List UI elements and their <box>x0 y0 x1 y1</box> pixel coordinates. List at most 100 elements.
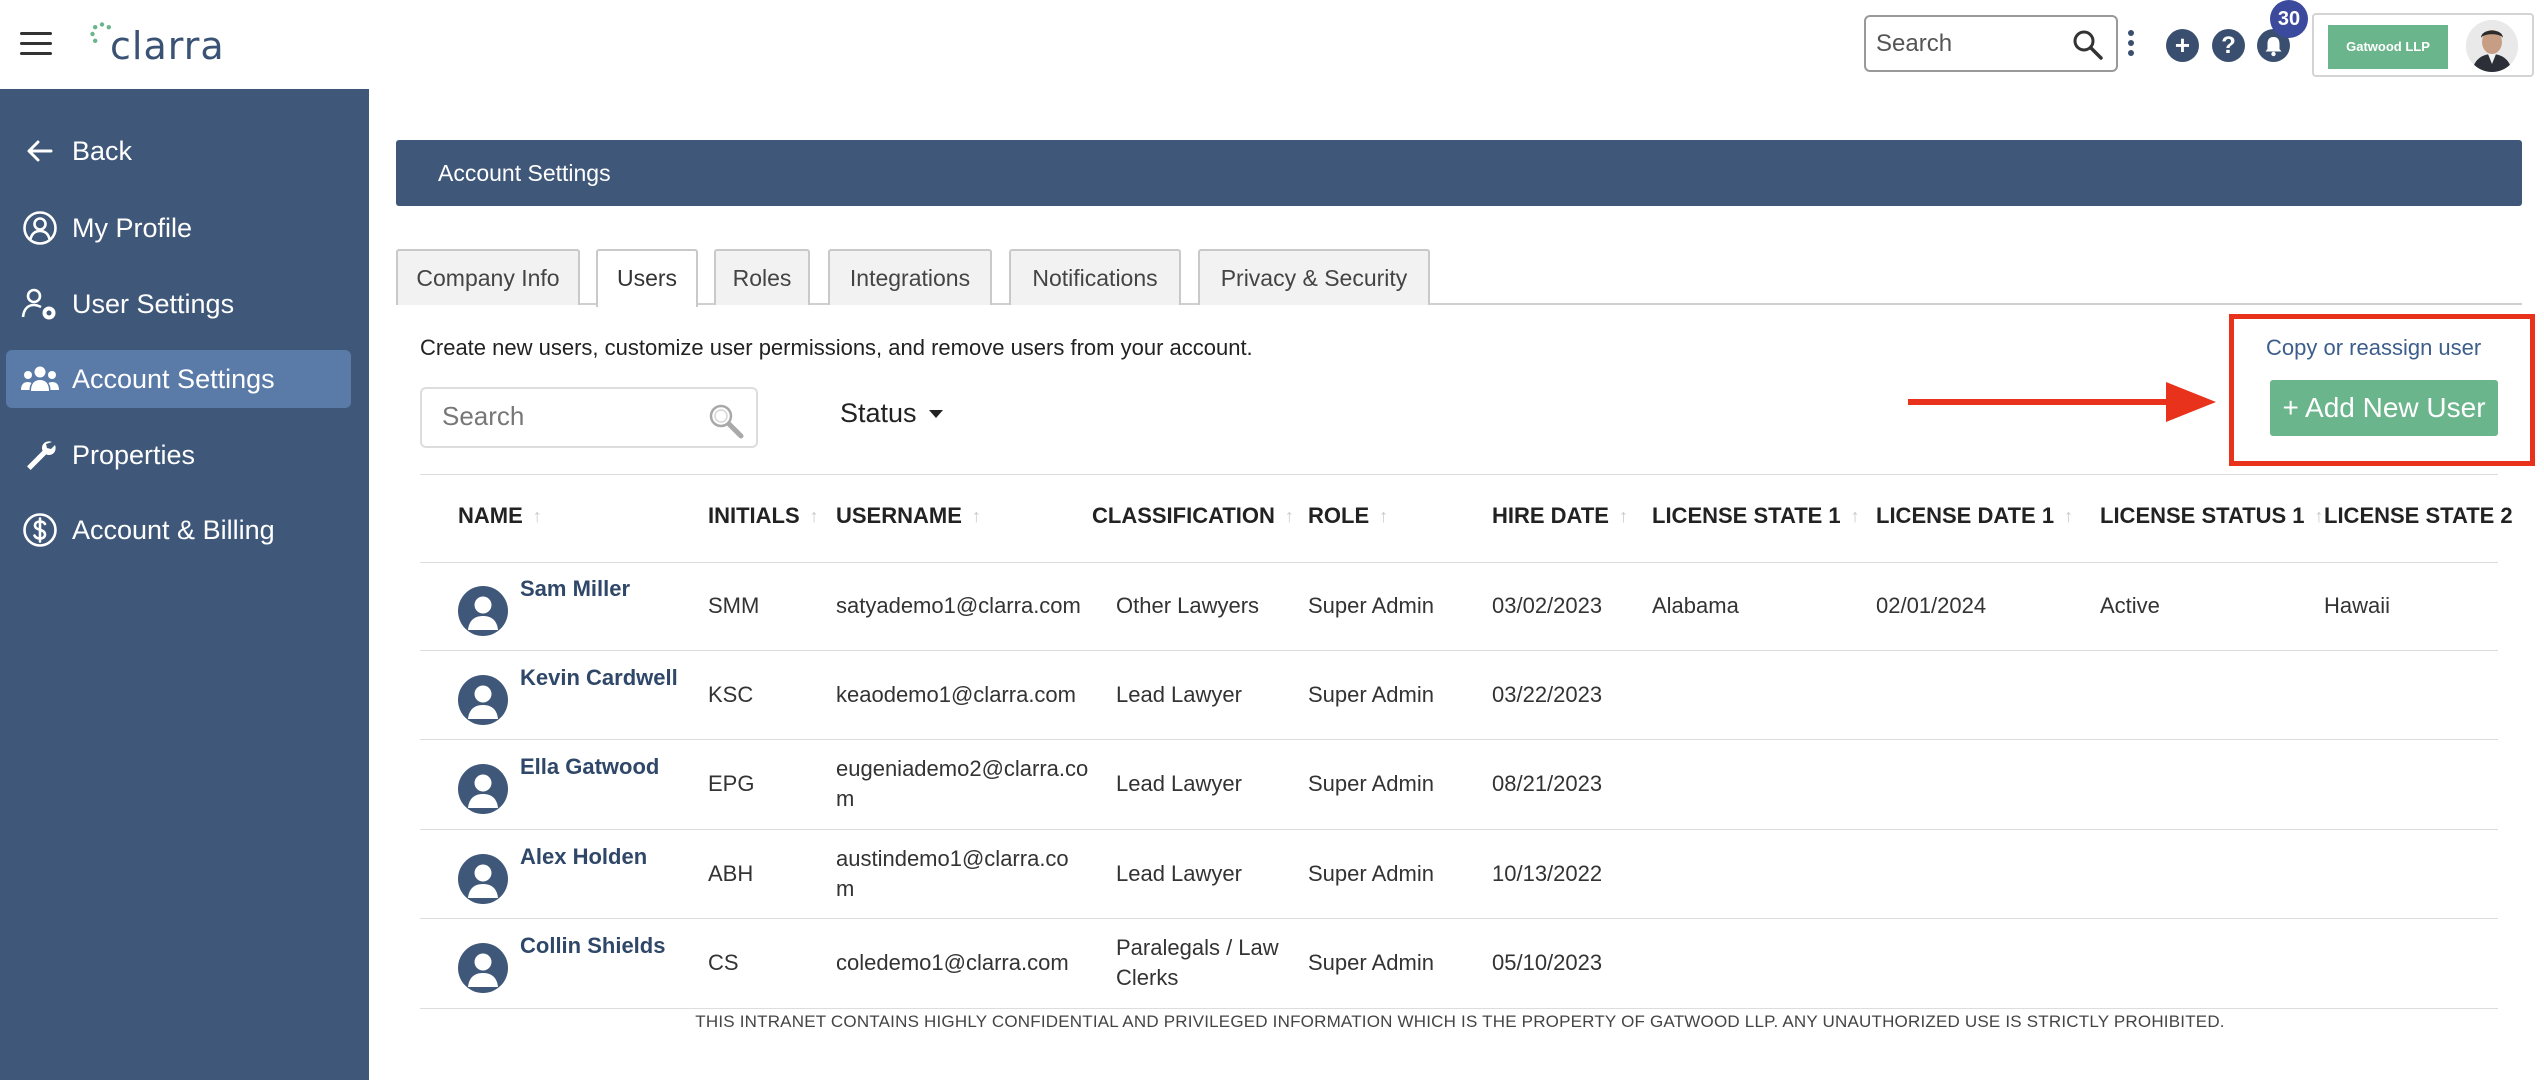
user-circle-icon <box>20 208 60 248</box>
arrow-left-icon <box>20 131 60 171</box>
search-icon[interactable] <box>2072 29 2104 61</box>
header-divider <box>420 562 2498 563</box>
more-options-icon[interactable] <box>2128 30 2138 60</box>
top-bar: clarra + ? 30 Gatwood LLP <box>0 0 2544 89</box>
user-avatar-icon <box>458 943 508 993</box>
sidebar-item-label: My Profile <box>72 212 193 243</box>
sidebar-item-back[interactable]: Back <box>6 122 351 180</box>
caret-down-icon <box>928 409 943 418</box>
page-title-banner: Account Settings <box>396 140 2522 206</box>
firm-logo: Gatwood LLP <box>2328 25 2448 69</box>
users-description: Create new users, customize user permiss… <box>420 335 1253 360</box>
user-search-input[interactable] <box>422 389 682 444</box>
cell-classification: Clerks <box>1116 965 1179 990</box>
global-search-input[interactable] <box>1876 29 2066 58</box>
cell-license-date-1: 02/01/2024 <box>1876 593 1987 618</box>
cell-username: m <box>836 786 855 811</box>
sidebar-item-account-settings[interactable]: Account Settings <box>6 350 351 408</box>
column-header-license-state-2[interactable]: LICENSE STATE 2 <box>2324 503 2513 529</box>
column-header-hire-date[interactable]: HIRE DATE ↑ <box>1492 503 1628 529</box>
cell-license-state-1: Alabama <box>1652 593 1739 618</box>
dollar-circle-icon <box>20 510 60 550</box>
user-gear-icon <box>20 284 60 324</box>
column-header-classification[interactable]: CLASSIFICATION ↑ <box>1092 503 1294 529</box>
cell-initials: EPG <box>708 771 755 796</box>
sidebar-item-label: Properties <box>72 439 196 470</box>
cell-initials: KSC <box>708 681 754 707</box>
sidebar-item-my-profile[interactable]: My Profile <box>6 199 351 257</box>
cell-license-state-2: Hawaii <box>2324 593 2391 618</box>
cell-hire-date: 05/10/2023 <box>1492 950 1603 975</box>
cell-username: m <box>836 875 855 901</box>
user-name-link[interactable]: Sam Miller <box>520 576 630 602</box>
tab-users[interactable]: Users <box>596 249 698 307</box>
table-top-divider <box>420 474 2498 475</box>
user-name-link[interactable]: Ella Gatwood <box>520 754 659 780</box>
sidebar-item-label: Account & Billing <box>72 514 275 545</box>
tab-company-info[interactable]: Company Info <box>396 249 580 305</box>
cell-hire-date: 10/13/2022 <box>1492 860 1603 886</box>
cell-username: keaodemo1@clarra.com <box>836 681 1076 707</box>
user-search[interactable] <box>420 387 758 448</box>
column-header-initials[interactable]: INITIALS ↑ <box>708 503 819 529</box>
user-avatar-photo[interactable] <box>2466 20 2518 72</box>
cell-role: Super Admin <box>1308 593 1434 618</box>
column-header-name[interactable]: NAME ↑ <box>458 503 542 529</box>
user-name-link[interactable]: Alex Holden <box>520 844 647 870</box>
red-arrow-annotation <box>1908 382 2216 422</box>
user-avatar-icon <box>458 853 508 904</box>
row-divider <box>420 650 2498 651</box>
cell-classification: Lead Lawyer <box>1116 771 1242 796</box>
cell-role: Super Admin <box>1308 860 1434 886</box>
row-divider <box>420 829 2498 830</box>
notification-count-badge[interactable]: 30 <box>2270 0 2308 38</box>
cell-initials: ABH <box>708 860 754 886</box>
column-header-role[interactable]: ROLE ↑ <box>1308 503 1388 529</box>
row-divider <box>420 918 2498 919</box>
sidebar-item-label: User Settings <box>72 288 235 319</box>
cell-username: eugeniademo2@clarra.co <box>836 756 1089 781</box>
cell-role: Super Admin <box>1308 681 1434 707</box>
add-new-user-button[interactable]: + Add New User <box>2270 380 2498 436</box>
cell-classification: Lead Lawyer <box>1116 681 1242 707</box>
cell-hire-date: 08/21/2023 <box>1492 771 1603 796</box>
column-header-license-state-1[interactable]: LICENSE STATE 1 ↑ <box>1652 503 1860 529</box>
users-group-icon <box>20 359 60 399</box>
tab-privacy-security[interactable]: Privacy & Security <box>1198 249 1430 305</box>
sidebar-item-properties[interactable]: Properties <box>6 426 351 484</box>
tab-roles[interactable]: Roles <box>714 249 810 305</box>
cell-username: coledemo1@clarra.com <box>836 950 1069 975</box>
user-avatar-icon <box>458 586 508 636</box>
cell-hire-date: 03/22/2023 <box>1492 681 1603 707</box>
cell-license-status-1: Active <box>2100 593 2160 618</box>
tab-notifications[interactable]: Notifications <box>1009 249 1181 305</box>
user-name-link[interactable]: Kevin Cardwell <box>520 665 678 691</box>
hamburger-menu-icon[interactable] <box>20 32 52 56</box>
cell-username: satyademo1@clarra.com <box>836 593 1081 618</box>
cell-role: Super Admin <box>1308 771 1434 796</box>
cell-classification: Lead Lawyer <box>1116 860 1242 886</box>
settings-tabs: Company Info Users Roles Integrations No… <box>396 249 2522 307</box>
column-header-username[interactable]: USERNAME ↑ <box>836 503 981 529</box>
row-divider <box>420 739 2498 740</box>
clarra-logo[interactable]: clarra <box>90 20 225 70</box>
global-search[interactable] <box>1864 15 2118 72</box>
column-header-license-status-1[interactable]: LICENSE STATUS 1 ↑ <box>2100 503 2324 529</box>
user-avatar-icon <box>458 674 508 725</box>
sidebar: Back My Profile User Settings Account Se… <box>0 89 369 1080</box>
confidentiality-notice: THIS INTRANET CONTAINS HIGHLY CONFIDENTI… <box>695 1012 2225 1031</box>
sidebar-item-user-settings[interactable]: User Settings <box>6 275 351 333</box>
plus-icon[interactable]: + <box>2166 29 2199 62</box>
status-filter-dropdown[interactable]: Status <box>840 398 943 429</box>
user-name-link[interactable]: Collin Shields <box>520 933 665 959</box>
cell-classification: Paralegals / Law <box>1116 935 1279 960</box>
search-icon[interactable] <box>706 401 746 441</box>
sidebar-item-label: Account Settings <box>72 363 275 394</box>
account-switcher[interactable]: Gatwood LLP <box>2312 13 2534 77</box>
wrench-icon <box>20 435 60 475</box>
column-header-license-date-1[interactable]: LICENSE DATE 1 ↑ <box>1876 503 2073 529</box>
sidebar-item-label: Back <box>72 135 133 166</box>
sidebar-item-account-billing[interactable]: Account & Billing <box>6 501 351 559</box>
help-icon[interactable]: ? <box>2212 29 2245 62</box>
tab-integrations[interactable]: Integrations <box>828 249 992 305</box>
